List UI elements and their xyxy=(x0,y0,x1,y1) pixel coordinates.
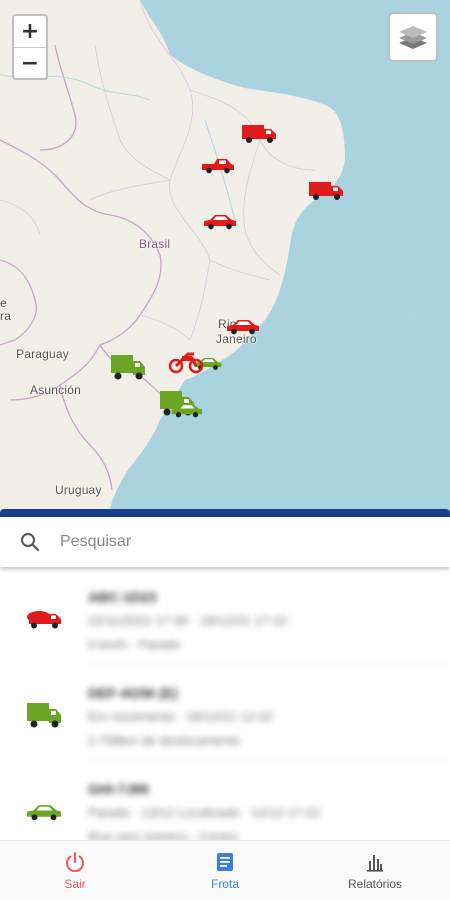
layers-button[interactable] xyxy=(388,12,438,62)
nav-relatorios-label: Relatórios xyxy=(347,876,403,891)
label-asuncion: Asunción xyxy=(30,383,81,397)
car-icon xyxy=(0,759,88,840)
document-icon xyxy=(217,852,233,871)
zoom-in-button[interactable]: + xyxy=(14,16,46,47)
concrete-mixer-truck-icon xyxy=(0,567,88,663)
nav-sair[interactable]: Sair xyxy=(0,841,150,900)
search-bar xyxy=(0,517,450,567)
red-van-marker[interactable] xyxy=(240,122,278,144)
vehicle-detail: 2.708km de deslocamento xyxy=(88,733,241,748)
label-edge-1: e xyxy=(0,296,7,310)
green-car-marker-2[interactable] xyxy=(170,401,204,418)
search-icon xyxy=(0,532,60,552)
label-paraguay: Paraguay xyxy=(16,347,69,361)
vehicle-status: 22/11/2021 17:30 · 18/12/21 17:10 xyxy=(88,613,287,628)
bar-chart-icon xyxy=(367,854,383,872)
power-icon xyxy=(66,851,84,872)
vehicle-plate: GHI-7J89 xyxy=(88,781,149,797)
bottom-navigation: Sair Frota Relatórios xyxy=(0,840,450,900)
label-uruguay: Uruguay xyxy=(55,483,102,497)
green-truck-marker[interactable] xyxy=(109,353,147,381)
app-root: Brasil Paraguay Asunción Uruguay Rio Jan… xyxy=(0,0,450,900)
box-truck-icon xyxy=(0,663,88,759)
layers-icon xyxy=(399,26,427,49)
vehicle-info: DEF-4G56 (E) Em movimento · 18/12/21 12:… xyxy=(88,663,450,759)
red-car-marker[interactable] xyxy=(202,212,238,230)
sheet-drag-edge[interactable] xyxy=(0,509,450,517)
red-car-marker-rio[interactable] xyxy=(225,317,261,335)
vehicle-info: GHI-7J89 Parado · 13/12 Localizado · 12/… xyxy=(88,759,450,840)
basemap xyxy=(0,0,416,515)
red-pickup-marker[interactable] xyxy=(200,156,236,174)
list-item[interactable]: ABC-1D23 22/11/2021 17:30 · 18/12/21 17:… xyxy=(0,567,450,663)
vehicle-plate: ABC-1D23 xyxy=(88,589,157,605)
vehicle-info: ABC-1D23 22/11/2021 17:30 · 18/12/21 17:… xyxy=(88,567,450,663)
list-item[interactable]: GHI-7J89 Parado · 13/12 Localizado · 12/… xyxy=(0,759,450,840)
vehicle-status: Em movimento · 18/12/21 12:42 xyxy=(88,709,273,724)
vehicle-status: Parado · 13/12 Localizado · 12/12 17:22 xyxy=(88,805,321,820)
zoom-out-button[interactable]: − xyxy=(14,47,46,78)
red-van-marker-2[interactable] xyxy=(307,179,345,201)
vehicle-detail: 0 km/h · Parado xyxy=(88,637,181,652)
nav-sair-label: Sair xyxy=(64,876,86,891)
list-item[interactable]: DEF-4G56 (E) Em movimento · 18/12/21 12:… xyxy=(0,663,450,759)
nav-relatorios[interactable]: Relatórios xyxy=(300,841,450,900)
vehicle-list: ABC-1D23 22/11/2021 17:30 · 18/12/21 17:… xyxy=(0,567,450,840)
vehicle-plate: DEF-4G56 (E) xyxy=(88,685,178,701)
nav-frota[interactable]: Frota xyxy=(150,841,300,900)
zoom-control: + − xyxy=(12,14,48,80)
search-input[interactable] xyxy=(60,533,420,551)
label-brasil: Brasil xyxy=(139,237,171,251)
map-view[interactable]: Brasil Paraguay Asunción Uruguay Rio Jan… xyxy=(0,0,450,515)
red-motorcycle-marker[interactable] xyxy=(168,350,204,374)
vehicle-detail: Rua sem número · Centro xyxy=(88,829,239,840)
nav-frota-label: Frota xyxy=(210,876,239,891)
label-edge-2: ra xyxy=(0,309,12,323)
